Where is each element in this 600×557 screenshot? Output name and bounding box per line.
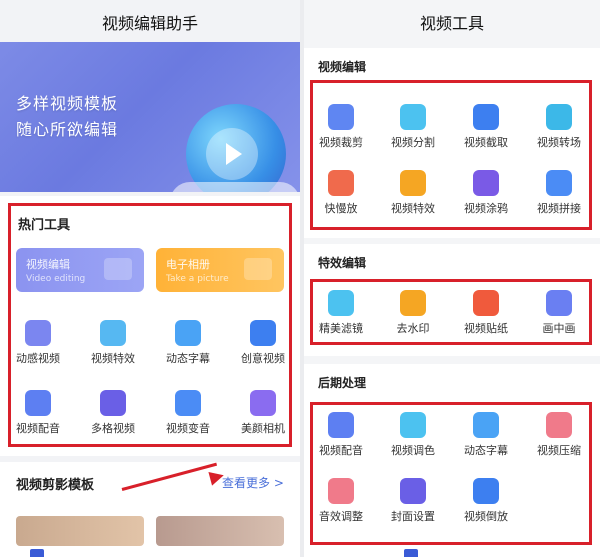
section-title: 特效编辑 [318,256,367,270]
highlight-video-edit [310,80,592,230]
promo-banner[interactable]: 多样视频模板 随心所欲编辑 [0,42,300,192]
template-section-title: 视频剪影模板 [16,478,95,493]
template-section: 视频剪影模板 查看更多 > [0,462,300,557]
template-thumbnail[interactable] [156,516,284,546]
highlight-post-processing [310,402,592,545]
highlight-effects [310,279,592,345]
cloud-illustration [170,182,300,192]
right-page-title: 视频工具 [419,14,484,33]
home-tab-icon[interactable] [30,549,44,557]
left-page-title: 视频编辑助手 [101,14,198,33]
left-screen: 视频编辑助手 多样视频模板 随心所欲编辑 热门工具 视频编辑 Video edi… [0,0,300,557]
highlight-hot-tools [8,203,292,447]
tools-tab-icon[interactable] [404,549,418,557]
play-icon [206,128,258,180]
template-thumbnail[interactable] [16,516,144,546]
right-screen: 视频工具 视频编辑 特效编辑 后期处理 视频裁剪 视频分割 视频截取 视频转场 快慢放视… [304,0,600,557]
view-more-link[interactable]: 查看更多 > [222,474,284,491]
section-title: 后期处理 [318,376,367,390]
banner-line-2: 随心所欲编辑 [16,120,119,139]
section-title: 视频编辑 [318,60,367,74]
banner-line-1: 多样视频模板 [16,94,119,113]
